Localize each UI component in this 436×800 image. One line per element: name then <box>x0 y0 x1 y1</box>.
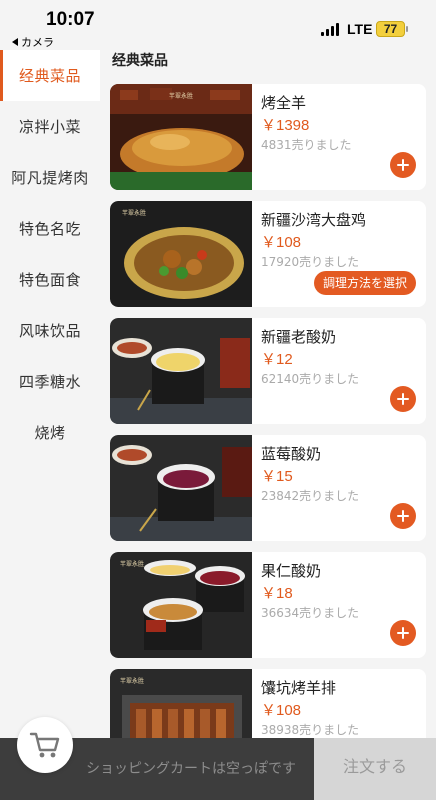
shopping-cart-icon <box>29 732 60 758</box>
dish-sold-count: 23842売りました <box>261 489 360 503</box>
back-arrow-icon <box>12 38 18 46</box>
cart-empty-text: ショッピングカートは空っぽです <box>86 761 296 777</box>
choose-cooking-method-button[interactable]: 調理方法を選択 <box>313 271 416 295</box>
svg-text:芊翠永胜: 芊翠永胜 <box>122 209 146 217</box>
sidebar-item-barbecue[interactable]: 烧烤 <box>0 407 100 458</box>
dish-sold-count: 4831売りました <box>261 138 352 152</box>
shopping-cart-button[interactable] <box>17 717 73 773</box>
dish-photo: 芊翠永胜 <box>110 552 252 658</box>
menu-item-card[interactable]: 芊翠永胜 果仁酸奶 ￥18 36634売りました <box>110 552 426 658</box>
sidebar-item-afanti-bbq[interactable]: 阿凡提烤肉 <box>0 152 100 203</box>
signal-icon <box>321 23 341 36</box>
sidebar-item-noodles[interactable]: 特色面食 <box>0 254 100 305</box>
add-icon[interactable] <box>390 503 416 529</box>
section-title: 经典菜品 <box>112 53 168 69</box>
dish-name: 烤全羊 <box>261 94 307 112</box>
category-sidebar: 经典菜品 凉拌小菜 阿凡提烤肉 特色名吃 特色面食 风味饮品 四季糖水 烧烤 <box>0 50 100 800</box>
menu-item-card[interactable]: 芊翠永胜 新疆沙湾大盘鸡 ￥108 17920売りました 調理方法を選択 <box>110 201 426 307</box>
dish-photo: 芊翠永胜 <box>110 201 252 307</box>
sidebar-item-cold-dishes[interactable]: 凉拌小菜 <box>0 101 100 152</box>
dish-name: 新疆老酸奶 <box>261 328 337 346</box>
dish-name: 新疆沙湾大盘鸡 <box>261 211 367 229</box>
dish-photo: 芊翠永胜 <box>110 84 252 190</box>
status-bar: 10:07 カメラ LTE 77 <box>0 0 436 50</box>
dish-price: ￥108 <box>261 234 302 251</box>
back-to-camera-link[interactable]: カメラ <box>12 34 54 50</box>
svg-text:芊翠永胜: 芊翠永胜 <box>120 677 144 685</box>
menu-item-card[interactable]: 芊翠永胜 烤全羊 ￥1398 4831売りました <box>110 84 426 190</box>
battery-tip <box>406 26 408 32</box>
svg-text:芊翠永胜: 芊翠永胜 <box>169 92 193 100</box>
sidebar-item-classic[interactable]: 经典菜品 <box>0 50 100 101</box>
add-icon[interactable] <box>390 620 416 646</box>
dish-price: ￥18 <box>261 585 293 602</box>
add-icon[interactable] <box>390 386 416 412</box>
status-time: 10:07 <box>46 9 95 30</box>
checkout-button[interactable]: 注文する <box>314 738 436 800</box>
sidebar-item-specialty[interactable]: 特色名吃 <box>0 203 100 254</box>
dish-price: ￥15 <box>261 468 293 485</box>
menu-item-card[interactable]: 新疆老酸奶 ￥12 62140売りました <box>110 318 426 424</box>
sidebar-item-drinks[interactable]: 风味饮品 <box>0 305 100 356</box>
back-label: カメラ <box>21 36 54 49</box>
dish-sold-count: 62140売りました <box>261 372 360 386</box>
dish-price: ￥12 <box>261 351 293 368</box>
network-type: LTE <box>347 21 373 37</box>
sidebar-item-sweet-soups[interactable]: 四季糖水 <box>0 356 100 407</box>
svg-text:芊翠永胜: 芊翠永胜 <box>120 560 144 568</box>
dish-price: ￥108 <box>261 702 302 719</box>
dish-photo <box>110 435 252 541</box>
add-icon[interactable] <box>390 152 416 178</box>
dish-sold-count: 36634売りました <box>261 606 360 620</box>
dish-sold-count: 17920売りました <box>261 255 360 269</box>
dish-photo <box>110 318 252 424</box>
dish-sold-count: 38938売りました <box>261 723 360 737</box>
battery-icon: 77 <box>376 21 405 37</box>
dish-name: 蓝莓酸奶 <box>261 445 322 463</box>
dish-name: 果仁酸奶 <box>261 562 322 580</box>
dish-price: ￥1398 <box>261 117 310 134</box>
menu-item-card[interactable]: 蓝莓酸奶 ￥15 23842売りました <box>110 435 426 541</box>
menu-list[interactable]: 经典菜品 芊翠永胜 烤全羊 ￥1398 4831売りました 芊翠永胜 新疆沙湾大… <box>100 50 436 800</box>
dish-name: 馕坑烤羊排 <box>261 679 337 697</box>
